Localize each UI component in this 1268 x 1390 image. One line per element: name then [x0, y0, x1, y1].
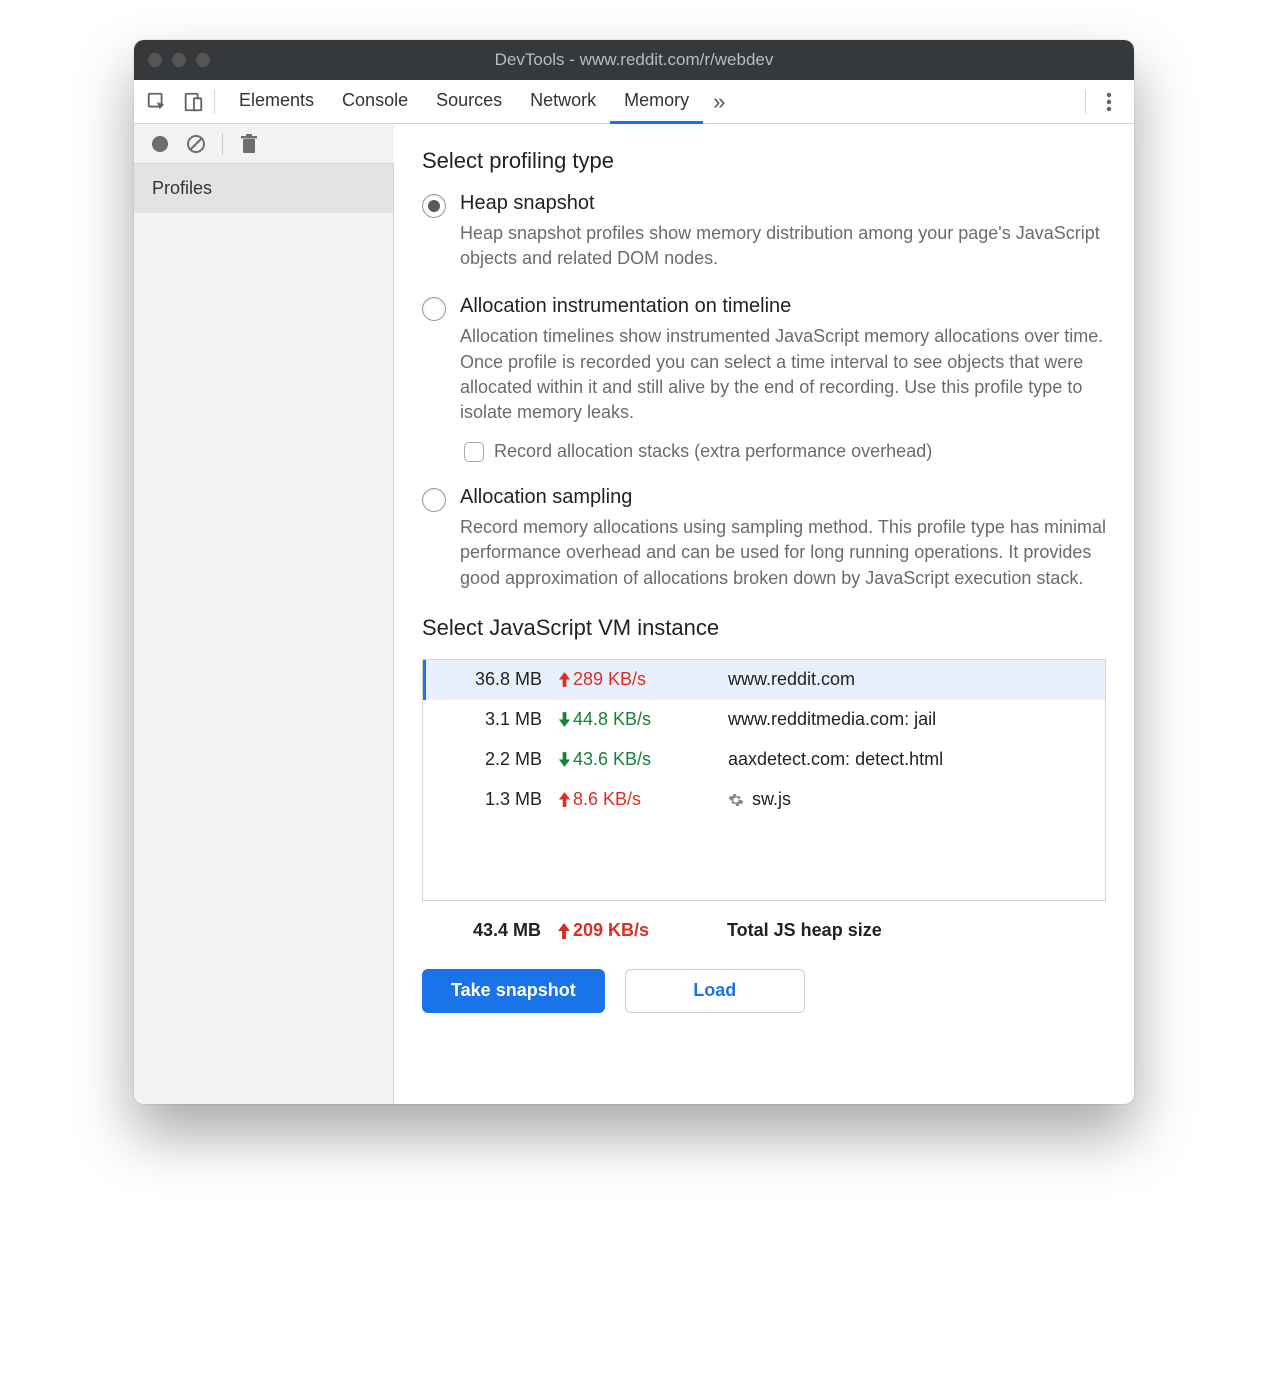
option-description: Record memory allocations using sampling… — [460, 515, 1106, 591]
vm-name: www.redditmedia.com: jail — [708, 709, 1099, 730]
more-menu-icon[interactable] — [1096, 91, 1122, 113]
arrow-up-icon — [558, 792, 571, 807]
vm-rate: 43.6 KB/s — [558, 749, 708, 770]
tab-console[interactable]: Console — [328, 80, 422, 124]
arrow-down-icon — [558, 712, 571, 727]
total-label: Total JS heap size — [707, 920, 1106, 941]
radio-heap-snapshot[interactable] — [422, 194, 446, 218]
panel-tabbar: ElementsConsoleSourcesNetworkMemory » — [134, 80, 1134, 124]
main-panel: Select profiling type Heap snapshotHeap … — [394, 124, 1134, 1104]
profiling-option: Allocation instrumentation on timeline Al… — [422, 295, 1106, 462]
option-title: Allocation sampling — [460, 486, 1106, 509]
inspect-element-icon[interactable] — [146, 91, 168, 113]
profiling-option: Heap snapshot Heap snapshot profiles show… — [422, 192, 1106, 271]
vm-instance-row[interactable]: 3.1 MB44.8 KB/swww.redditmedia.com: jail — [423, 700, 1105, 740]
vm-instance-row[interactable]: 2.2 MB43.6 KB/saaxdetect.com: detect.htm… — [423, 740, 1105, 780]
total-rate: 209 KB/s — [557, 920, 707, 941]
vm-rate: 8.6 KB/s — [558, 789, 708, 810]
option-description: Heap snapshot profiles show memory distr… — [460, 221, 1106, 271]
tab-elements[interactable]: Elements — [225, 80, 328, 124]
tab-sources[interactable]: Sources — [422, 80, 516, 124]
vm-name: sw.js — [708, 789, 1099, 810]
vm-name: www.reddit.com — [708, 669, 1099, 690]
total-size: 43.4 MB — [422, 920, 557, 941]
vm-size: 2.2 MB — [423, 749, 558, 770]
vm-size: 1.3 MB — [423, 789, 558, 810]
option-title: Heap snapshot — [460, 192, 1106, 215]
vm-heading: Select JavaScript VM instance — [422, 615, 1106, 641]
arrow-up-icon — [558, 672, 571, 687]
vm-rate: 44.8 KB/s — [558, 709, 708, 730]
window-title: DevTools - www.reddit.com/r/webdev — [134, 50, 1134, 70]
devtools-window: DevTools - www.reddit.com/r/webdev Eleme… — [134, 40, 1134, 1104]
zoom-window-button[interactable] — [196, 53, 210, 67]
gear-icon — [728, 792, 744, 808]
body: Profiles Select profiling type Heap snap… — [134, 124, 1134, 1104]
action-buttons: Take snapshot Load — [422, 969, 1106, 1013]
profiles-toolbar — [134, 124, 394, 164]
delete-button-icon[interactable] — [235, 130, 263, 158]
record-stacks-row: Record allocation stacks (extra performa… — [464, 441, 1106, 462]
vm-total-row: 43.4 MB 209 KB/s Total JS heap size — [422, 909, 1106, 953]
profiling-option: Allocation sampling Record memory allocat… — [422, 486, 1106, 591]
option-description: Allocation timelines show instrumented J… — [460, 324, 1106, 425]
divider — [214, 90, 215, 114]
sidebar-item-profiles[interactable]: Profiles — [134, 164, 393, 213]
arrow-down-icon — [558, 752, 571, 767]
tab-network[interactable]: Network — [516, 80, 610, 124]
option-title: Allocation instrumentation on timeline — [460, 295, 1106, 318]
vm-instance-row[interactable]: 36.8 MB289 KB/swww.reddit.com — [423, 660, 1105, 700]
table-empty-space — [423, 820, 1105, 900]
divider — [1085, 90, 1086, 114]
record-button-icon[interactable] — [146, 130, 174, 158]
minimize-window-button[interactable] — [172, 53, 186, 67]
divider — [222, 133, 223, 155]
tab-memory[interactable]: Memory — [610, 80, 703, 124]
take-snapshot-button[interactable]: Take snapshot — [422, 969, 605, 1013]
titlebar: DevTools - www.reddit.com/r/webdev — [134, 40, 1134, 80]
vm-rate: 289 KB/s — [558, 669, 708, 690]
radio-allocation-instrumentation-on-timeline[interactable] — [422, 297, 446, 321]
clear-button-icon[interactable] — [182, 130, 210, 158]
vm-size: 3.1 MB — [423, 709, 558, 730]
vm-instance-row[interactable]: 1.3 MB8.6 KB/ssw.js — [423, 780, 1105, 820]
tabs-overflow-icon[interactable]: » — [703, 89, 735, 115]
toggle-device-icon[interactable] — [182, 91, 204, 113]
radio-allocation-sampling[interactable] — [422, 488, 446, 512]
sidebar: Profiles — [134, 164, 394, 1104]
record-stacks-checkbox[interactable] — [464, 442, 484, 462]
traffic-lights — [148, 53, 210, 67]
arrow-up-icon — [557, 923, 571, 939]
sidebar-item-label: Profiles — [152, 178, 212, 198]
vm-size: 36.8 MB — [423, 669, 558, 690]
load-button[interactable]: Load — [625, 969, 805, 1013]
profiling-heading: Select profiling type — [422, 148, 1106, 174]
record-stacks-label: Record allocation stacks (extra performa… — [494, 441, 932, 462]
vm-name: aaxdetect.com: detect.html — [708, 749, 1099, 770]
close-window-button[interactable] — [148, 53, 162, 67]
vm-instance-table: 36.8 MB289 KB/swww.reddit.com3.1 MB44.8 … — [422, 659, 1106, 901]
